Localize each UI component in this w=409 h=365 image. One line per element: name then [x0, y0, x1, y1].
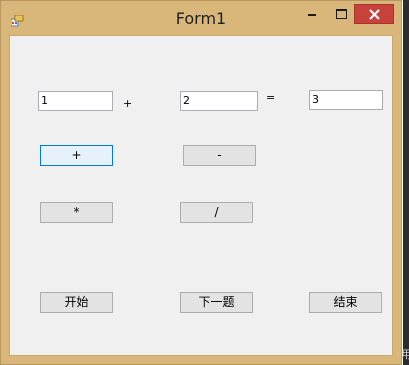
minimize-icon: [308, 14, 316, 16]
start-button[interactable]: 开始: [40, 292, 113, 313]
operand1-textbox[interactable]: 1: [38, 91, 113, 111]
desktop-taskbar-edge: [403, 0, 409, 365]
minimize-button[interactable]: [297, 4, 327, 24]
taskbar-fragment-text: 用: [401, 348, 409, 361]
close-button[interactable]: [354, 4, 394, 24]
add-button[interactable]: +: [40, 145, 113, 166]
divide-button[interactable]: /: [180, 202, 253, 223]
subtract-button[interactable]: -: [183, 145, 256, 166]
operator-label: +: [123, 97, 133, 110]
maximize-icon: [336, 9, 347, 19]
title-bar[interactable]: Form1: [1, 1, 401, 35]
equals-label: =: [266, 91, 276, 104]
next-question-button[interactable]: 下一题: [180, 292, 253, 313]
operand2-textbox[interactable]: 2: [180, 91, 258, 111]
close-icon: [369, 9, 380, 20]
maximize-button[interactable]: [327, 4, 355, 24]
finish-button[interactable]: 结束: [309, 292, 382, 313]
multiply-button[interactable]: *: [40, 202, 113, 223]
desktop: 用 Form1 1 + 2 = 3 + - * / 开始 下一题 结束: [0, 0, 409, 365]
result-textbox[interactable]: 3: [309, 90, 383, 110]
form-window: Form1 1 + 2 = 3 + - * / 开始 下一题 结束: [0, 0, 402, 365]
form-client-area: 1 + 2 = 3 + - * / 开始 下一题 结束: [9, 35, 393, 356]
